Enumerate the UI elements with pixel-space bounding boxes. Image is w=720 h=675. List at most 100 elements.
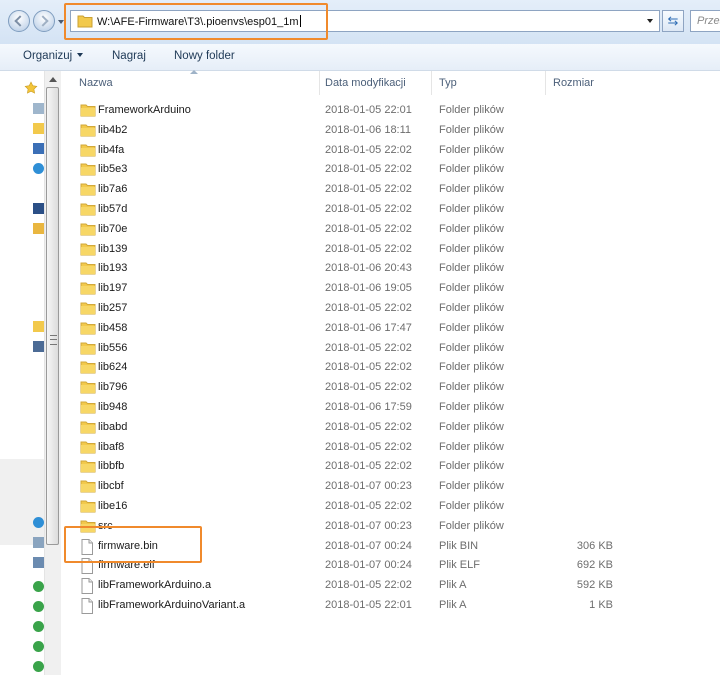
command-toolbar: Organizuj Nagraj Nowy folder	[0, 44, 720, 71]
file-date: 2018-01-06 20:43	[325, 262, 412, 275]
folder-icon	[80, 479, 96, 496]
table-row[interactable]: lib796 2018-01-05 22:02 Folder plików	[62, 377, 720, 397]
nav-pane-scrollbar[interactable]	[44, 71, 61, 675]
table-row[interactable]: libFrameworkArduino.a 2018-01-05 22:02 Pli…	[62, 575, 720, 595]
folder-icon	[80, 162, 96, 179]
file-name: libFrameworkArduinoVariant.a	[98, 599, 246, 611]
table-row[interactable]: libFrameworkArduinoVariant.a 2018-01-05 2…	[62, 595, 720, 615]
computer-icon[interactable]	[33, 203, 44, 214]
table-row[interactable]: lib4fa 2018-01-05 22:02 Folder plików	[62, 140, 720, 160]
file-type: Folder plików	[439, 143, 504, 156]
file-name: lib4b2	[98, 123, 128, 136]
downloads-icon[interactable]	[33, 123, 44, 134]
folder-icon	[80, 103, 96, 120]
file-date: 2018-01-05 22:02	[325, 203, 412, 215]
synced-check-icon[interactable]	[33, 641, 44, 652]
drive-icon[interactable]	[33, 537, 44, 548]
table-row[interactable]: lib624 2018-01-05 22:02 Folder plików	[62, 357, 720, 377]
table-row[interactable]: lib4b2 2018-01-06 18:11 Folder plików	[62, 120, 720, 140]
scrollbar-thumb[interactable]	[46, 87, 59, 545]
file-date: 2018-01-06 18:11	[325, 123, 412, 136]
table-row[interactable]: lib5e3 2018-01-05 22:02 Folder plików	[62, 159, 720, 179]
table-row[interactable]: lib556 2018-01-05 22:02 Folder plików	[62, 338, 720, 358]
libraries-icon[interactable]	[33, 223, 44, 234]
folder-icon	[80, 400, 96, 417]
table-row[interactable]: lib57d 2018-01-05 22:02 Folder plików	[62, 199, 720, 219]
folder-icon	[80, 242, 96, 259]
favorites-star-icon[interactable]	[24, 81, 38, 95]
folder-icon	[80, 143, 96, 160]
column-header-type[interactable]: Typ	[432, 71, 546, 95]
table-row[interactable]: libaf8 2018-01-05 22:02 Folder plików	[62, 437, 720, 457]
synced-check-icon[interactable]	[33, 661, 44, 672]
synced-check-icon[interactable]	[33, 581, 44, 592]
file-name: lib4fa	[98, 143, 125, 156]
forward-button[interactable]	[33, 10, 55, 32]
table-row[interactable]: lib70e 2018-01-05 22:02 Folder plików	[62, 219, 720, 239]
organize-button[interactable]: Organizuj	[23, 50, 84, 62]
table-row[interactable]: libcbf 2018-01-07 00:23 Folder plików	[62, 476, 720, 496]
file-type: Folder plików	[439, 401, 504, 413]
table-row[interactable]: lib948 2018-01-06 17:59 Folder plików	[62, 397, 720, 417]
file-date: 2018-01-06 19:05	[325, 282, 412, 295]
file-date: 2018-01-05 22:01	[325, 104, 412, 116]
file-name: libFrameworkArduino.a	[98, 579, 212, 592]
table-row[interactable]: lib197 2018-01-06 19:05 Folder plików	[62, 278, 720, 298]
folder-icon	[80, 123, 96, 140]
burn-button[interactable]: Nagraj	[112, 50, 146, 62]
column-header-date[interactable]: Data modyfikacji	[318, 71, 432, 95]
file-type: Folder plików	[439, 361, 504, 374]
file-name: lib624	[98, 361, 128, 374]
table-row[interactable]: lib257 2018-01-05 22:02 Folder plików	[62, 298, 720, 318]
table-row[interactable]: lib7a6 2018-01-05 22:02 Folder plików	[62, 179, 720, 199]
synced-check-icon[interactable]	[33, 621, 44, 632]
recent-places-icon[interactable]	[33, 143, 44, 154]
file-type: Plik ELF	[439, 559, 480, 572]
file-icon	[80, 598, 94, 617]
address-dropdown-icon[interactable]	[647, 19, 653, 23]
column-header-size[interactable]: Rozmiar	[546, 71, 636, 95]
file-date: 2018-01-05 22:01	[325, 599, 412, 611]
table-row[interactable]: lib139 2018-01-05 22:02 Folder plików	[62, 239, 720, 259]
new-folder-button[interactable]: Nowy folder	[174, 50, 235, 62]
file-date: 2018-01-05 22:02	[325, 579, 412, 592]
column-header-name[interactable]: Nazwa	[72, 71, 320, 95]
file-date: 2018-01-05 22:02	[325, 381, 412, 394]
file-name: FrameworkArduino	[98, 104, 191, 116]
file-date: 2018-01-05 22:02	[325, 143, 412, 156]
refresh-button[interactable]: ⇆	[662, 10, 684, 32]
folder-icon[interactable]	[33, 321, 44, 332]
file-name: libabd	[98, 420, 128, 433]
desktop-icon[interactable]	[33, 103, 44, 114]
table-row[interactable]: lib193 2018-01-06 20:43 Folder plików	[62, 258, 720, 278]
drive-icon[interactable]	[33, 557, 44, 568]
file-type: Folder plików	[439, 183, 504, 196]
file-type: Plik BIN	[439, 539, 479, 552]
back-button[interactable]	[8, 10, 30, 32]
file-date: 2018-01-05 22:02	[325, 163, 412, 176]
scroll-up-icon[interactable]	[49, 77, 57, 82]
file-name: lib197	[98, 282, 128, 295]
synced-check-icon[interactable]	[33, 601, 44, 612]
file-date: 2018-01-05 22:02	[325, 420, 412, 433]
file-date: 2018-01-06 17:47	[325, 321, 412, 334]
file-type: Folder plików	[439, 282, 504, 295]
address-highlight-box	[64, 3, 328, 40]
search-input[interactable]: Przes	[690, 10, 720, 32]
table-row[interactable]: libe16 2018-01-05 22:02 Folder plików	[62, 496, 720, 516]
onedrive-icon[interactable]	[33, 163, 44, 174]
folder-icon	[80, 281, 96, 298]
file-date: 2018-01-07 00:24	[325, 539, 412, 552]
file-name: lib5e3	[98, 163, 128, 176]
network-icon[interactable]	[33, 517, 44, 528]
file-size: 692 KB	[576, 559, 613, 572]
folder-icon	[80, 341, 96, 358]
table-row[interactable]: lib458 2018-01-06 17:47 Folder plików	[62, 318, 720, 338]
table-row[interactable]: libabd 2018-01-05 22:02 Folder plików	[62, 417, 720, 437]
file-size: 592 KB	[576, 579, 613, 592]
table-row[interactable]: FrameworkArduino 2018-01-05 22:01 Folder p…	[62, 100, 720, 120]
table-row[interactable]: libbfb 2018-01-05 22:02 Folder plików	[62, 456, 720, 476]
file-name: libbfb	[98, 460, 125, 473]
folder-icon	[80, 459, 96, 476]
network-drive-icon[interactable]	[33, 341, 44, 352]
